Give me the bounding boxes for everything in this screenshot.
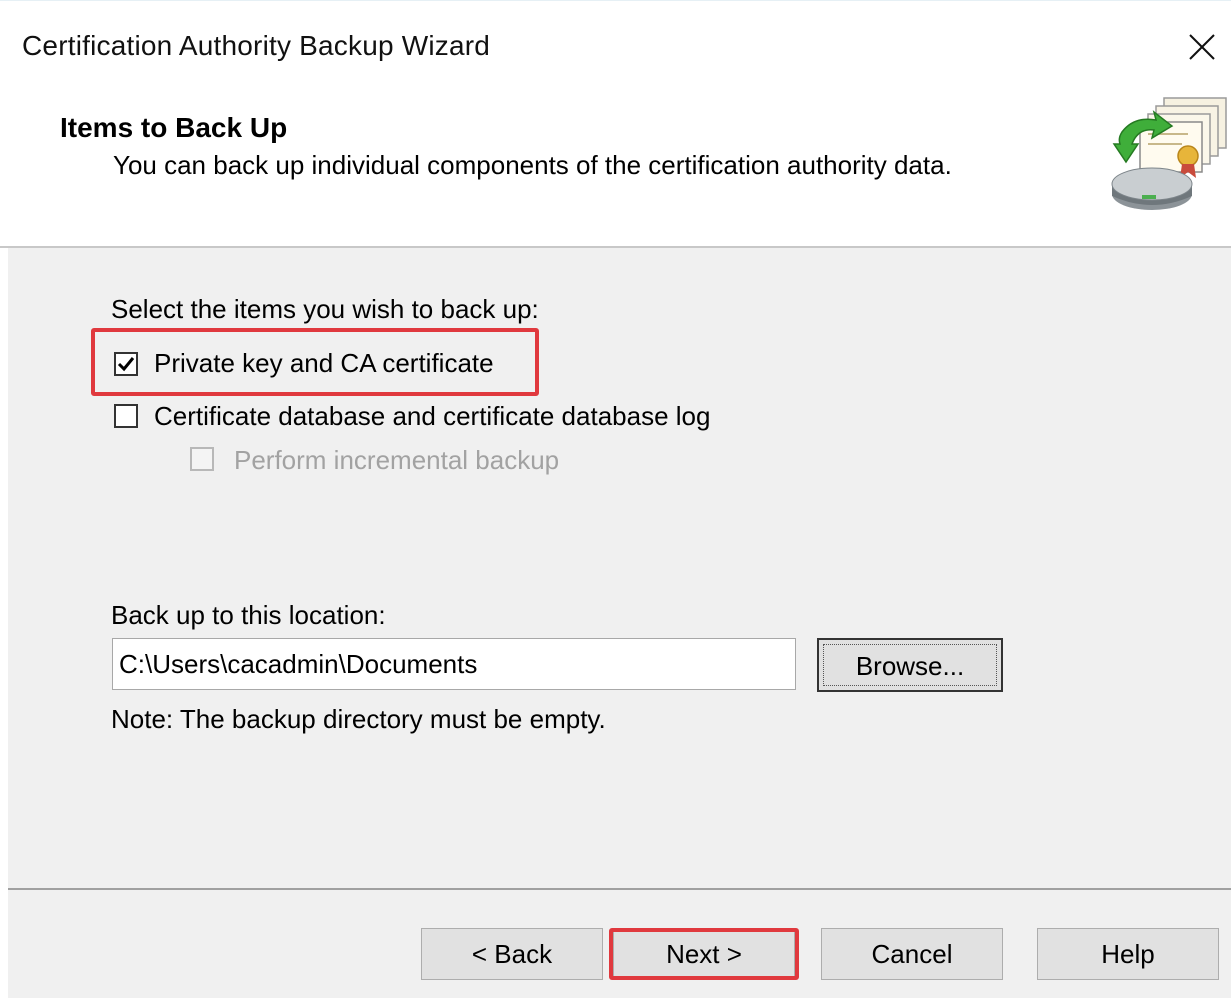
wizard-header: Items to Back Up You can back up individ… — [0, 86, 1231, 246]
private-key-checkbox[interactable] — [114, 352, 138, 376]
help-button[interactable]: Help — [1037, 928, 1219, 980]
location-label: Back up to this location: — [111, 600, 386, 630]
back-button[interactable]: < Back — [421, 928, 603, 980]
certificate-database-label[interactable]: Certificate database and certificate dat… — [154, 401, 710, 432]
location-input[interactable]: C:\Users\cacadmin\Documents — [112, 638, 796, 690]
private-key-label[interactable]: Private key and CA certificate — [154, 348, 494, 379]
checkmark-icon — [117, 357, 135, 372]
close-button[interactable] — [1173, 22, 1231, 74]
wizard-content: Select the items you wish to back up: Pr… — [8, 248, 1231, 888]
title-bar: Certification Authority Backup Wizard — [0, 8, 1231, 86]
page-subtitle: You can back up individual components of… — [113, 150, 952, 180]
page-title: Items to Back Up — [60, 112, 288, 143]
window-title: Certification Authority Backup Wizard — [22, 30, 491, 61]
certificate-database-checkbox[interactable] — [114, 404, 138, 428]
cancel-button[interactable]: Cancel — [821, 928, 1003, 980]
incremental-backup-checkbox[interactable] — [190, 447, 214, 471]
close-icon — [1189, 34, 1215, 60]
select-items-label: Select the items you wish to back up: — [111, 294, 539, 324]
browse-button-label: Browse... — [823, 644, 997, 686]
browse-button[interactable]: Browse... — [817, 638, 1003, 692]
incremental-backup-label: Perform incremental backup — [234, 445, 560, 475]
backup-note: Note: The backup directory must be empty… — [111, 704, 606, 734]
certificate-backup-icon — [1111, 97, 1227, 210]
wizard-footer: < Back Next > Cancel Help — [8, 890, 1231, 998]
highlight-next-button — [609, 928, 799, 980]
